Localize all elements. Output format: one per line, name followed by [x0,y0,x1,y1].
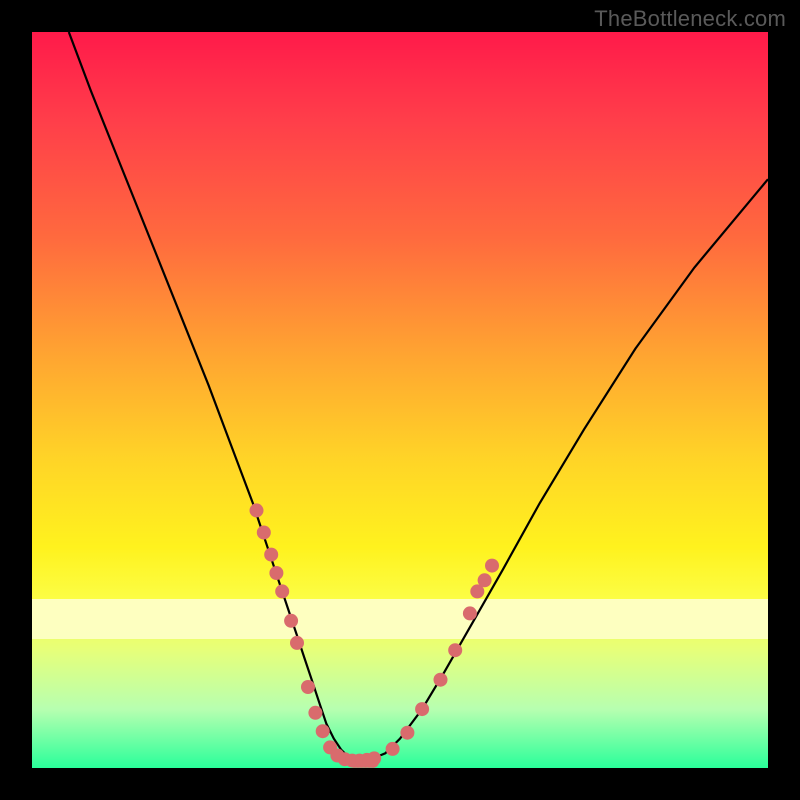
data-dot [434,673,448,687]
data-dot [264,548,278,562]
data-dot [400,726,414,740]
data-dot [366,755,379,768]
data-dot [284,614,298,628]
outer-frame: TheBottleneck.com [0,0,800,800]
data-dot [478,573,492,587]
data-dot [257,526,271,540]
data-dot [485,559,499,573]
data-dot [290,636,304,650]
data-dot [269,566,283,580]
plot-area [32,32,768,768]
data-dot [415,702,429,716]
dots-right-group [353,559,500,768]
data-dot [316,724,330,738]
data-dot [275,584,289,598]
data-dot [386,742,400,756]
data-dot [463,606,477,620]
watermark-label: TheBottleneck.com [594,6,786,32]
data-dot [308,706,322,720]
data-dot [250,503,264,517]
dots-bottom-group [348,755,379,768]
data-dot [448,643,462,657]
bottleneck-curve [69,32,768,761]
chart-svg [32,32,768,768]
data-dot [301,680,315,694]
